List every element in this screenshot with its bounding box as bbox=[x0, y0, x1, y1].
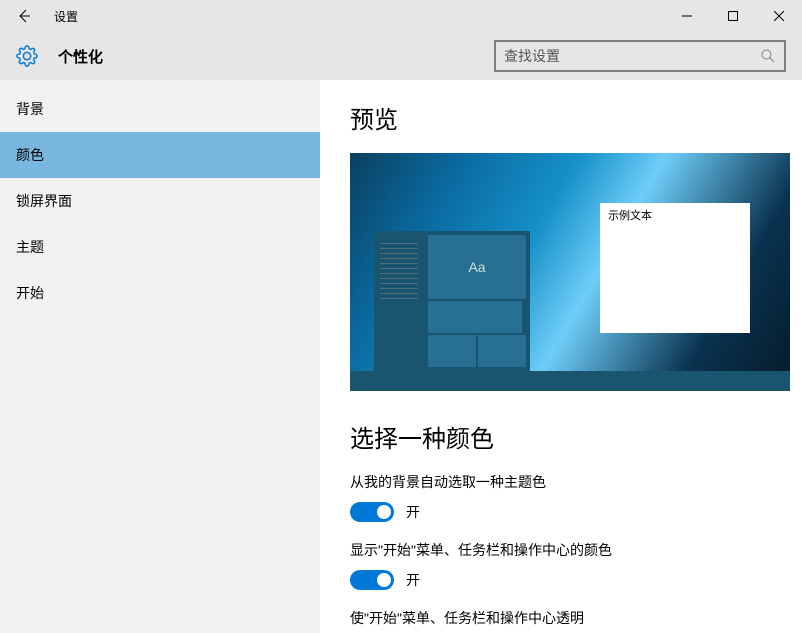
setting-show-color-label: 显示"开始"菜单、任务栏和操作中心的颜色 bbox=[350, 540, 772, 560]
sidebar-item-colors[interactable]: 颜色 bbox=[0, 132, 320, 178]
toggle-auto-color[interactable] bbox=[350, 502, 394, 522]
choose-color-heading: 选择一种颜色 bbox=[350, 419, 772, 454]
sidebar-item-label: 主题 bbox=[16, 237, 44, 257]
sidebar: 背景 颜色 锁屏界面 主题 开始 bbox=[0, 80, 320, 633]
preview-heading: 预览 bbox=[350, 100, 772, 135]
sidebar-item-start[interactable]: 开始 bbox=[0, 270, 320, 316]
category-title: 个性化 bbox=[58, 46, 103, 67]
window-title: 设置 bbox=[48, 8, 78, 25]
toggle-auto-color-state: 开 bbox=[406, 502, 420, 522]
maximize-button[interactable] bbox=[710, 0, 756, 32]
minimize-button[interactable] bbox=[664, 0, 710, 32]
close-button[interactable] bbox=[756, 0, 802, 32]
header: 个性化 bbox=[0, 32, 802, 80]
maximize-icon bbox=[728, 11, 738, 21]
preview-tile-aa: Aa bbox=[428, 235, 526, 299]
setting-auto-color-label: 从我的背景自动选取一种主题色 bbox=[350, 472, 772, 492]
toggle-show-color-state: 开 bbox=[406, 570, 420, 590]
preview-start-menu: Aa bbox=[374, 231, 530, 371]
sidebar-item-lockscreen[interactable]: 锁屏界面 bbox=[0, 178, 320, 224]
titlebar: 设置 bbox=[0, 0, 802, 32]
sidebar-item-label: 颜色 bbox=[16, 145, 44, 165]
search-box[interactable] bbox=[494, 40, 786, 72]
search-input[interactable] bbox=[504, 48, 760, 64]
sidebar-item-themes[interactable]: 主题 bbox=[0, 224, 320, 270]
setting-transparency-label: 使"开始"菜单、任务栏和操作中心透明 bbox=[350, 608, 772, 628]
toggle-show-color[interactable] bbox=[350, 570, 394, 590]
preview-sample-text: 示例文本 bbox=[600, 203, 750, 225]
back-button[interactable] bbox=[0, 0, 48, 32]
preview-taskbar bbox=[350, 371, 790, 391]
sidebar-item-label: 开始 bbox=[16, 283, 44, 303]
content-area: 预览 Aa 示例文本 选择一种颜色 从我的背景自 bbox=[320, 80, 802, 633]
sidebar-item-background[interactable]: 背景 bbox=[0, 86, 320, 132]
back-arrow-icon bbox=[16, 8, 32, 24]
close-icon bbox=[774, 11, 784, 21]
preview-box: Aa 示例文本 bbox=[350, 153, 790, 391]
sidebar-item-label: 锁屏界面 bbox=[16, 191, 72, 211]
gear-icon bbox=[16, 45, 38, 67]
search-icon bbox=[760, 48, 776, 64]
sidebar-item-label: 背景 bbox=[16, 99, 44, 119]
window-controls bbox=[664, 0, 802, 32]
minimize-icon bbox=[682, 11, 692, 21]
preview-sample-window: 示例文本 bbox=[600, 203, 750, 333]
